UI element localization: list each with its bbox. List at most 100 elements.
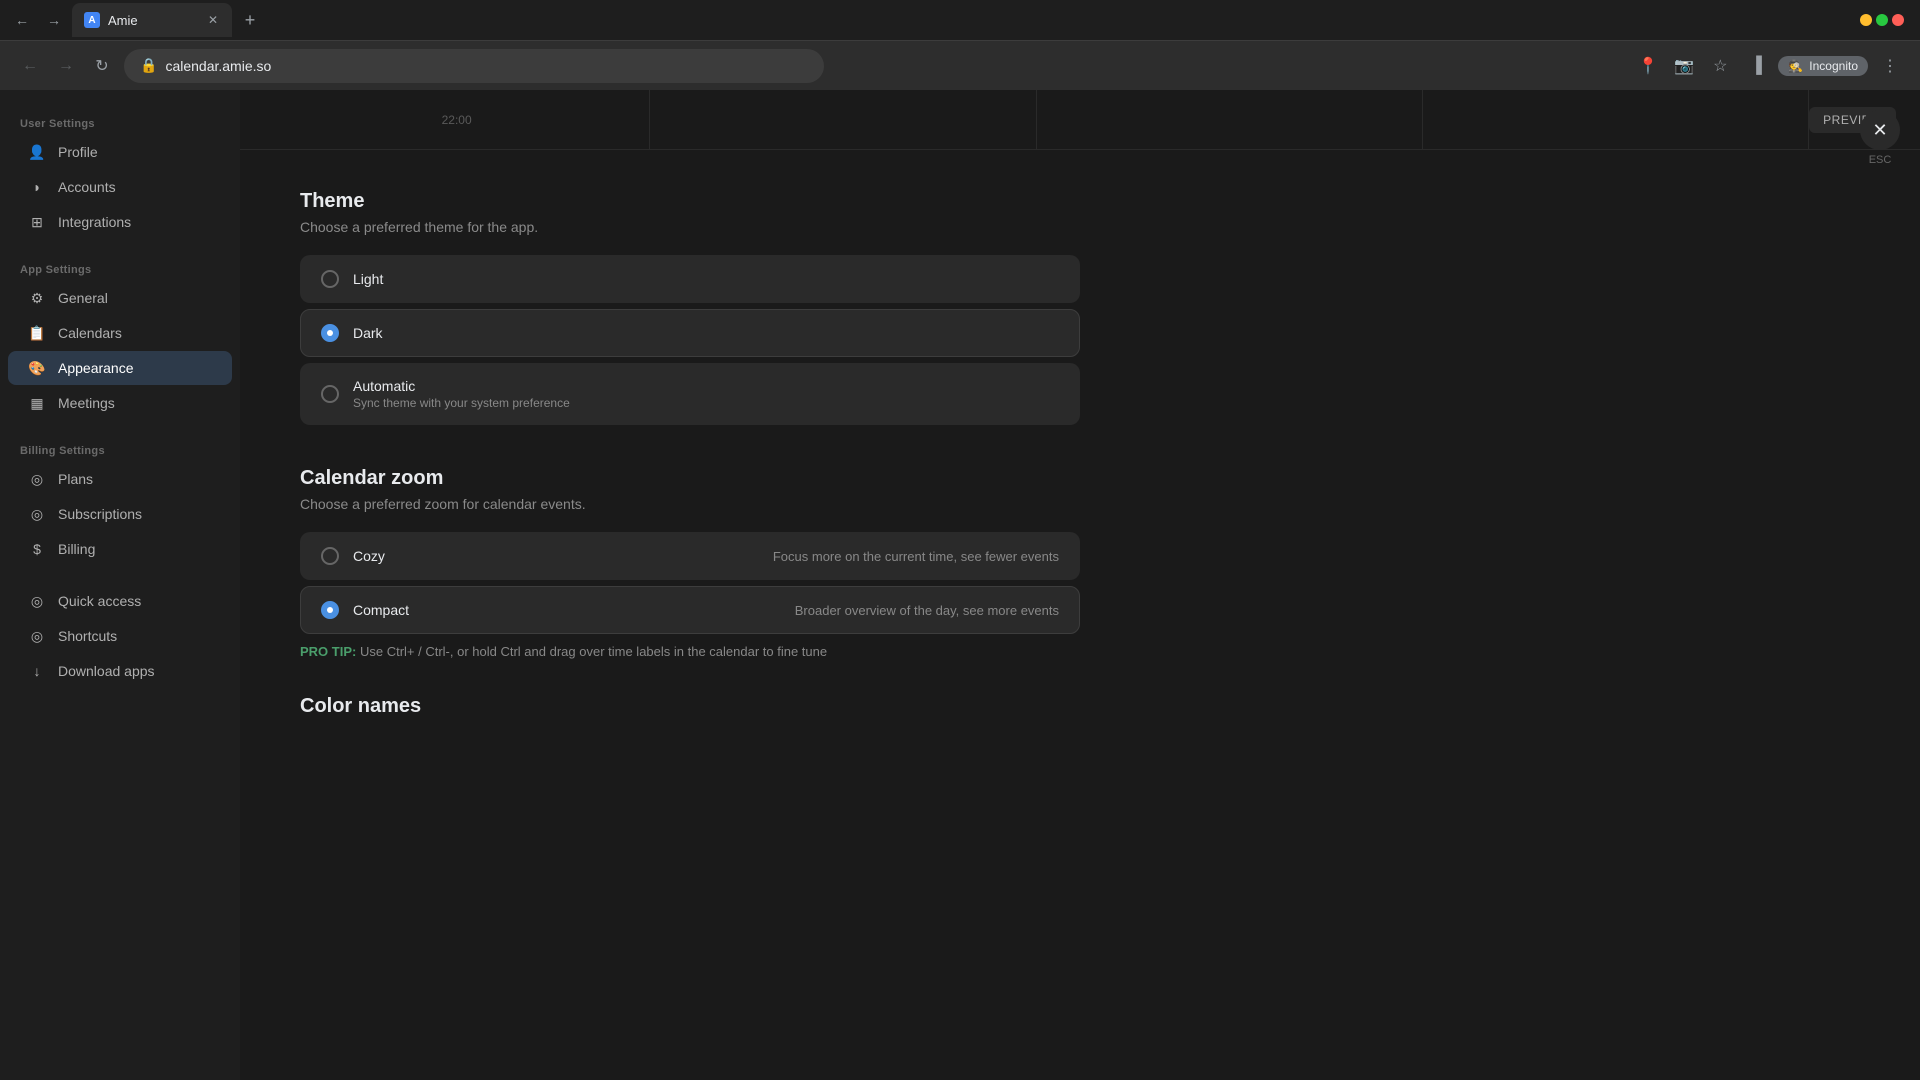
theme-automatic-text: Automatic Sync theme with your system pr… bbox=[353, 378, 570, 410]
zoom-cozy-right-label: Focus more on the current time, see fewe… bbox=[773, 549, 1059, 564]
theme-description: Choose a preferred theme for the app. bbox=[300, 219, 1080, 235]
app-settings-title: App Settings bbox=[0, 256, 240, 280]
theme-dark-label: Dark bbox=[353, 325, 383, 341]
sidebar-item-billing[interactable]: $ Billing bbox=[8, 532, 232, 566]
billing-settings-title: Billing Settings bbox=[0, 437, 240, 461]
url-text: calendar.amie.so bbox=[165, 58, 271, 74]
browser-chrome: ← → A Amie ✕ + ← → ↻ 🔒 calendar.amie.so … bbox=[0, 0, 1920, 90]
profile-icon: 👤 bbox=[28, 143, 46, 161]
sidebar-item-calendars[interactable]: 📋 Calendars bbox=[8, 316, 232, 350]
sidebar-label-profile: Profile bbox=[58, 144, 98, 160]
nav-back-button[interactable]: ← bbox=[16, 52, 44, 80]
radio-light bbox=[321, 270, 339, 288]
sidebar-item-profile[interactable]: 👤 Profile bbox=[8, 135, 232, 169]
tab-close-button[interactable]: ✕ bbox=[206, 11, 220, 29]
time-cell: 22:00 bbox=[264, 90, 650, 150]
maximize-button[interactable] bbox=[1876, 14, 1888, 26]
theme-light-text: Light bbox=[353, 271, 383, 287]
back-button[interactable]: ← bbox=[8, 6, 36, 34]
accounts-icon: ◗ bbox=[28, 178, 46, 196]
sidebar-item-appearance[interactable]: 🎨 Appearance bbox=[8, 351, 232, 385]
forward-button[interactable]: → bbox=[40, 6, 68, 34]
radio-automatic bbox=[321, 385, 339, 403]
sidebar-button[interactable]: ▐ bbox=[1742, 52, 1770, 80]
close-window-button[interactable] bbox=[1892, 14, 1904, 26]
tab-bar: ← → A Amie ✕ + bbox=[0, 0, 1920, 40]
sidebar-item-download-apps[interactable]: ↓ Download apps bbox=[8, 654, 232, 688]
general-icon: ⚙ bbox=[28, 289, 46, 307]
theme-option-automatic[interactable]: Automatic Sync theme with your system pr… bbox=[300, 363, 1080, 425]
tab-favicon: A bbox=[84, 12, 100, 28]
pro-tip: PRO TIP: Use Ctrl+ / Ctrl-, or hold Ctrl… bbox=[300, 644, 1080, 659]
time-grid: 22:00 bbox=[264, 90, 1809, 150]
sidebar-item-meetings[interactable]: ▦ Meetings bbox=[8, 386, 232, 420]
radio-cozy bbox=[321, 547, 339, 565]
color-title: Color names bbox=[300, 695, 1080, 718]
sidebar-label-meetings: Meetings bbox=[58, 395, 115, 411]
sidebar-item-plans[interactable]: ◎ Plans bbox=[8, 462, 232, 496]
time-cell-3 bbox=[1037, 90, 1423, 150]
theme-automatic-sublabel: Sync theme with your system preference bbox=[353, 396, 570, 410]
nav-bar: ← → ↻ 🔒 calendar.amie.so 📍 📷 ☆ ▐ 🕵 Incog… bbox=[0, 40, 1920, 90]
incognito-icon: 🕵 bbox=[1788, 59, 1803, 73]
radio-compact bbox=[321, 601, 339, 619]
sidebar-label-quick-access: Quick access bbox=[58, 593, 141, 609]
sidebar-item-subscriptions[interactable]: ◎ Subscriptions bbox=[8, 497, 232, 531]
nav-actions: 📍 📷 ☆ ▐ 🕵 Incognito ⋮ bbox=[1634, 52, 1904, 80]
menu-button[interactable]: ⋮ bbox=[1876, 52, 1904, 80]
theme-automatic-label: Automatic bbox=[353, 378, 570, 394]
zoom-cozy-label: Cozy bbox=[353, 548, 385, 564]
sidebar-label-integrations: Integrations bbox=[58, 214, 131, 230]
sidebar-label-accounts: Accounts bbox=[58, 179, 116, 195]
zoom-option-cozy[interactable]: Cozy Focus more on the current time, see… bbox=[300, 532, 1080, 580]
integrations-icon: ⊞ bbox=[28, 213, 46, 231]
close-overlay: ✕ ESC bbox=[1860, 110, 1900, 166]
sidebar-item-quick-access[interactable]: ◎ Quick access bbox=[8, 584, 232, 618]
theme-light-label: Light bbox=[353, 271, 383, 287]
active-tab[interactable]: A Amie ✕ bbox=[72, 3, 232, 37]
sidebar-label-appearance: Appearance bbox=[58, 360, 134, 376]
camera-button[interactable]: 📷 bbox=[1670, 52, 1698, 80]
zoom-cozy-text: Cozy bbox=[353, 548, 385, 564]
zoom-title: Calendar zoom bbox=[300, 467, 1080, 490]
sidebar-item-general[interactable]: ⚙ General bbox=[8, 281, 232, 315]
download-apps-icon: ↓ bbox=[28, 662, 46, 680]
zoom-option-compact[interactable]: Compact Broader overview of the day, see… bbox=[300, 586, 1080, 634]
app-container: User Settings 👤 Profile ◗ Accounts ⊞ Int… bbox=[0, 90, 1920, 1080]
sidebar: User Settings 👤 Profile ◗ Accounts ⊞ Int… bbox=[0, 90, 240, 1080]
star-button[interactable]: ☆ bbox=[1706, 52, 1734, 80]
sidebar-label-subscriptions: Subscriptions bbox=[58, 506, 142, 522]
zoom-description: Choose a preferred zoom for calendar eve… bbox=[300, 496, 1080, 512]
theme-option-dark[interactable]: Dark bbox=[300, 309, 1080, 357]
shortcuts-icon: ◎ bbox=[28, 627, 46, 645]
theme-dark-text: Dark bbox=[353, 325, 383, 341]
address-bar[interactable]: 🔒 calendar.amie.so bbox=[124, 49, 824, 83]
minimize-button[interactable] bbox=[1860, 14, 1872, 26]
quick-access-icon: ◎ bbox=[28, 592, 46, 610]
plans-icon: ◎ bbox=[28, 470, 46, 488]
zoom-compact-right-label: Broader overview of the day, see more ev… bbox=[795, 603, 1059, 618]
sidebar-item-accounts[interactable]: ◗ Accounts bbox=[8, 170, 232, 204]
new-tab-button[interactable]: + bbox=[236, 6, 264, 34]
incognito-label: Incognito bbox=[1809, 59, 1858, 73]
preview-bar: 22:00 PREVIEW bbox=[240, 90, 1920, 150]
pro-tip-label: PRO TIP: bbox=[300, 644, 356, 659]
nav-refresh-button[interactable]: ↻ bbox=[88, 52, 116, 80]
settings-content: Theme Choose a preferred theme for the a… bbox=[240, 150, 1140, 1080]
nav-forward-button[interactable]: → bbox=[52, 52, 80, 80]
sidebar-item-integrations[interactable]: ⊞ Integrations bbox=[8, 205, 232, 239]
subscriptions-icon: ◎ bbox=[28, 505, 46, 523]
zoom-compact-text: Compact bbox=[353, 602, 409, 618]
location-button[interactable]: 📍 bbox=[1634, 52, 1662, 80]
lock-icon: 🔒 bbox=[140, 57, 157, 74]
time-cell-2 bbox=[650, 90, 1036, 150]
calendars-icon: 📋 bbox=[28, 324, 46, 342]
content-area: 22:00 PREVIEW Theme Choose a preferred t… bbox=[240, 90, 1920, 1080]
theme-option-light[interactable]: Light bbox=[300, 255, 1080, 303]
sidebar-label-billing: Billing bbox=[58, 541, 95, 557]
zoom-compact-label: Compact bbox=[353, 602, 409, 618]
sidebar-item-shortcuts[interactable]: ◎ Shortcuts bbox=[8, 619, 232, 653]
close-button[interactable]: ✕ bbox=[1860, 110, 1900, 150]
sidebar-label-download-apps: Download apps bbox=[58, 663, 155, 679]
theme-title: Theme bbox=[300, 190, 1080, 213]
